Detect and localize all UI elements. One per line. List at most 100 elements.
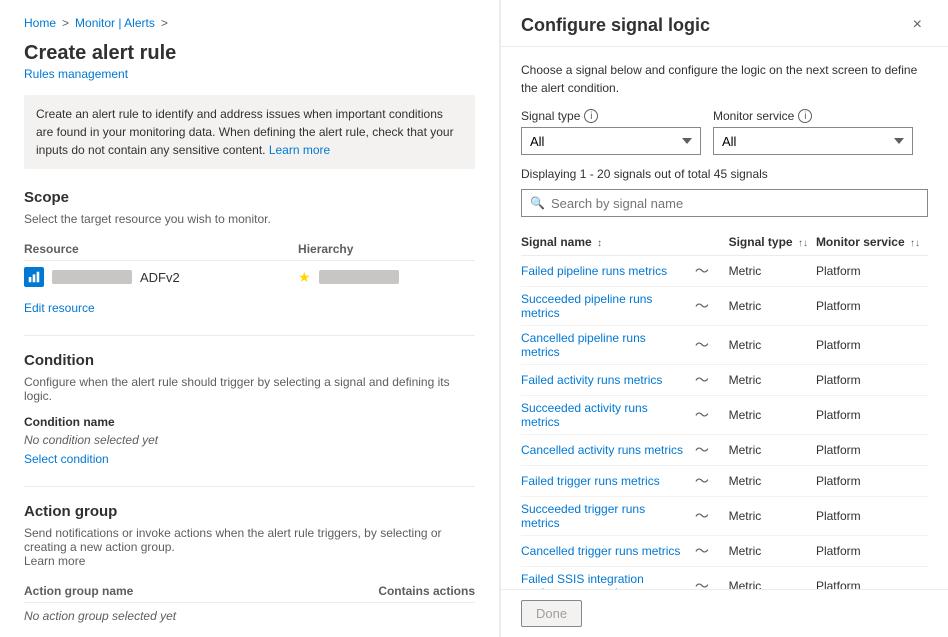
signal-link[interactable]: Cancelled trigger runs metrics: [521, 544, 680, 558]
close-button[interactable]: ×: [907, 14, 928, 36]
signal-service-cell: Platform: [816, 365, 928, 396]
scope-title: Scope: [24, 189, 475, 206]
page-title: Create alert rule: [24, 42, 475, 65]
hierarchy-cell: ★: [298, 269, 475, 286]
scope-table: Resource Hierarchy ADFv2: [24, 238, 475, 293]
left-panel: Home > Monitor | Alerts > Create alert r…: [0, 0, 500, 637]
breadcrumb: Home > Monitor | Alerts >: [24, 16, 475, 30]
info-bar: Create an alert rule to identify and add…: [24, 95, 475, 169]
action-group-desc-text: Send notifications or invoke actions whe…: [24, 526, 442, 554]
no-condition-text: No condition selected yet: [24, 433, 475, 447]
metric-icon: 〜: [695, 298, 709, 314]
table-row: Failed trigger runs metrics 〜 Metric Pla…: [521, 466, 928, 497]
signal-link[interactable]: Failed activity runs metrics: [521, 373, 662, 387]
action-group-table: Action group name Contains actions No ac…: [24, 580, 475, 629]
signal-type-cell: Metric: [729, 365, 816, 396]
metric-icon: 〜: [695, 578, 709, 589]
done-button[interactable]: Done: [521, 600, 582, 627]
signal-link[interactable]: Failed pipeline runs metrics: [521, 264, 667, 278]
signal-link[interactable]: Succeeded trigger runs metrics: [521, 502, 645, 530]
edit-resource-link[interactable]: Edit resource: [24, 301, 475, 315]
breadcrumb-sep2: >: [161, 16, 168, 30]
info-bar-learn-more[interactable]: Learn more: [269, 143, 330, 157]
breadcrumb-monitor[interactable]: Monitor | Alerts: [75, 16, 155, 30]
info-bar-text: Create an alert rule to identify and add…: [36, 107, 454, 157]
signal-link[interactable]: Failed SSIS integration runtime start me…: [521, 572, 644, 589]
table-row: Cancelled trigger runs metrics 〜 Metric …: [521, 536, 928, 567]
condition-name-label: Condition name: [24, 415, 475, 429]
breadcrumb-home[interactable]: Home: [24, 16, 56, 30]
monitor-service-filter: Monitor service i All Platform Log Analy…: [713, 109, 913, 155]
star-icon: ★: [298, 269, 311, 286]
scope-col-hierarchy: Hierarchy: [298, 238, 475, 261]
table-row: Failed activity runs metrics 〜 Metric Pl…: [521, 365, 928, 396]
monitor-service-info-icon: i: [798, 109, 812, 123]
signal-link[interactable]: Cancelled pipeline runs metrics: [521, 331, 646, 359]
signal-type-cell: Metric: [729, 256, 816, 287]
signal-type-cell: Metric: [729, 435, 816, 466]
col-signal-name[interactable]: Signal name ↕: [521, 229, 695, 256]
signal-type-select[interactable]: All Metric Log Activity Log: [521, 127, 701, 155]
filter-row: Signal type i All Metric Log Activity Lo…: [521, 109, 928, 155]
signal-metric-icon-cell: 〜: [695, 365, 729, 396]
scope-col-resource: Resource: [24, 238, 298, 261]
scope-section: Scope Select the target resource you wis…: [24, 189, 475, 315]
signal-type-label: Signal type i: [521, 109, 701, 123]
signal-service-cell: Platform: [816, 466, 928, 497]
ag-col-name: Action group name: [24, 580, 300, 603]
right-panel: Configure signal logic × Choose a signal…: [500, 0, 948, 637]
metric-icon: 〜: [695, 543, 709, 559]
condition-description: Configure when the alert rule should tri…: [24, 375, 475, 403]
signal-link[interactable]: Succeeded activity runs metrics: [521, 401, 648, 429]
scope-description: Select the target resource you wish to m…: [24, 212, 475, 226]
search-icon: 🔍: [530, 196, 545, 210]
monitor-service-select[interactable]: All Platform Log Analytics: [713, 127, 913, 155]
rules-management-link[interactable]: Rules management: [24, 67, 475, 81]
panel-header: Configure signal logic ×: [501, 0, 948, 47]
panel-intro-text: Choose a signal below and configure the …: [521, 61, 928, 97]
table-row: No action group selected yet: [24, 603, 475, 630]
signal-link[interactable]: Succeeded pipeline runs metrics: [521, 292, 652, 320]
signal-service-cell: Platform: [816, 567, 928, 590]
action-group-description: Send notifications or invoke actions whe…: [24, 526, 475, 568]
col-signal-type[interactable]: Signal type ↑↓: [729, 229, 816, 256]
resource-icon: [24, 267, 44, 287]
signal-metric-icon-cell: 〜: [695, 326, 729, 365]
signal-type-cell: Metric: [729, 287, 816, 326]
action-group-learn-more[interactable]: Learn more: [24, 554, 85, 568]
signal-type-cell: Metric: [729, 536, 816, 567]
signal-service-cell: Platform: [816, 497, 928, 536]
metric-icon: 〜: [695, 372, 709, 388]
signal-type-sort-icon[interactable]: ↑↓: [798, 238, 808, 249]
signal-metric-icon-cell: 〜: [695, 466, 729, 497]
search-box[interactable]: 🔍: [521, 189, 928, 217]
signal-metric-icon-cell: 〜: [695, 287, 729, 326]
breadcrumb-sep1: >: [62, 16, 69, 30]
signals-table: Signal name ↕ Signal type ↑↓ Monitor ser…: [521, 229, 928, 589]
signal-service-cell: Platform: [816, 435, 928, 466]
signal-service-cell: Platform: [816, 326, 928, 365]
signal-link[interactable]: Cancelled activity runs metrics: [521, 443, 683, 457]
signal-name-cell: Succeeded trigger runs metrics: [521, 497, 695, 536]
table-row: Cancelled pipeline runs metrics 〜 Metric…: [521, 326, 928, 365]
monitor-service-sort-icon[interactable]: ↑↓: [910, 238, 920, 249]
signal-name-sort-icon[interactable]: ↕: [597, 238, 602, 249]
table-row: Cancelled activity runs metrics 〜 Metric…: [521, 435, 928, 466]
panel-body: Choose a signal below and configure the …: [501, 47, 948, 589]
col-monitor-service[interactable]: Monitor service ↑↓: [816, 229, 928, 256]
resource-suffix: ADFv2: [140, 270, 180, 285]
action-group-section: Action group Send notifications or invok…: [24, 503, 475, 637]
signal-name-cell: Failed SSIS integration runtime start me…: [521, 567, 695, 590]
signal-name-cell: Succeeded activity runs metrics: [521, 396, 695, 435]
panel-title: Configure signal logic: [521, 15, 710, 36]
signal-link[interactable]: Failed trigger runs metrics: [521, 474, 660, 488]
search-input[interactable]: [551, 196, 919, 211]
select-condition-link[interactable]: Select condition: [24, 452, 109, 466]
table-row: ADFv2 ★: [24, 261, 475, 294]
signal-name-cell: Cancelled activity runs metrics: [521, 435, 695, 466]
table-row: Failed SSIS integration runtime start me…: [521, 567, 928, 590]
signal-type-cell: Metric: [729, 497, 816, 536]
signal-type-cell: Metric: [729, 396, 816, 435]
signals-table-header: Signal name ↕ Signal type ↑↓ Monitor ser…: [521, 229, 928, 256]
signals-tbody: Failed pipeline runs metrics 〜 Metric Pl…: [521, 256, 928, 590]
